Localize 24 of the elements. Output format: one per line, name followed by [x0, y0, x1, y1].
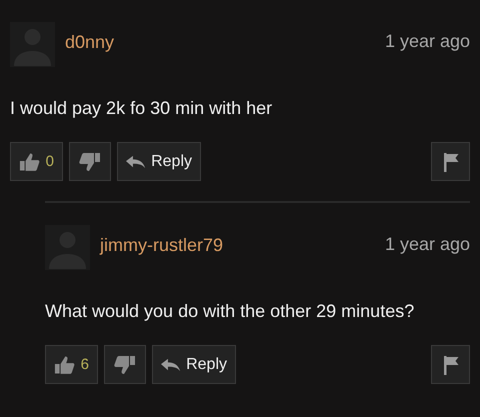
reply-arrow-icon — [161, 358, 180, 372]
reply-button[interactable]: Reply — [117, 142, 201, 181]
comment-text: I would pay 2k fo 30 min with her — [10, 98, 274, 119]
thumbs-up-icon — [19, 152, 40, 172]
flag-button[interactable] — [431, 142, 470, 181]
username[interactable]: d0nny — [65, 32, 114, 53]
flag-button[interactable] — [431, 345, 470, 384]
like-button[interactable]: 6 — [45, 345, 98, 384]
thumbs-down-icon — [114, 354, 136, 374]
like-button[interactable]: 0 — [10, 142, 63, 181]
dislike-button[interactable] — [69, 142, 111, 181]
reply-arrow-icon — [126, 154, 146, 168]
timestamp: 1 year ago — [384, 31, 470, 52]
comment-text: What would you do with the other 29 minutes? — [45, 301, 416, 322]
flag-icon — [442, 152, 458, 172]
thumbs-up-icon — [54, 354, 75, 374]
like-count: 0 — [46, 153, 54, 170]
reply-button[interactable]: Reply — [152, 345, 236, 384]
thumbs-down-icon — [79, 152, 101, 172]
like-count: 6 — [80, 356, 89, 373]
timestamp: 1 year ago — [384, 234, 470, 255]
username[interactable]: jimmy-rustler79 — [100, 235, 224, 256]
dislike-button[interactable] — [104, 345, 146, 384]
flag-icon — [442, 354, 458, 374]
